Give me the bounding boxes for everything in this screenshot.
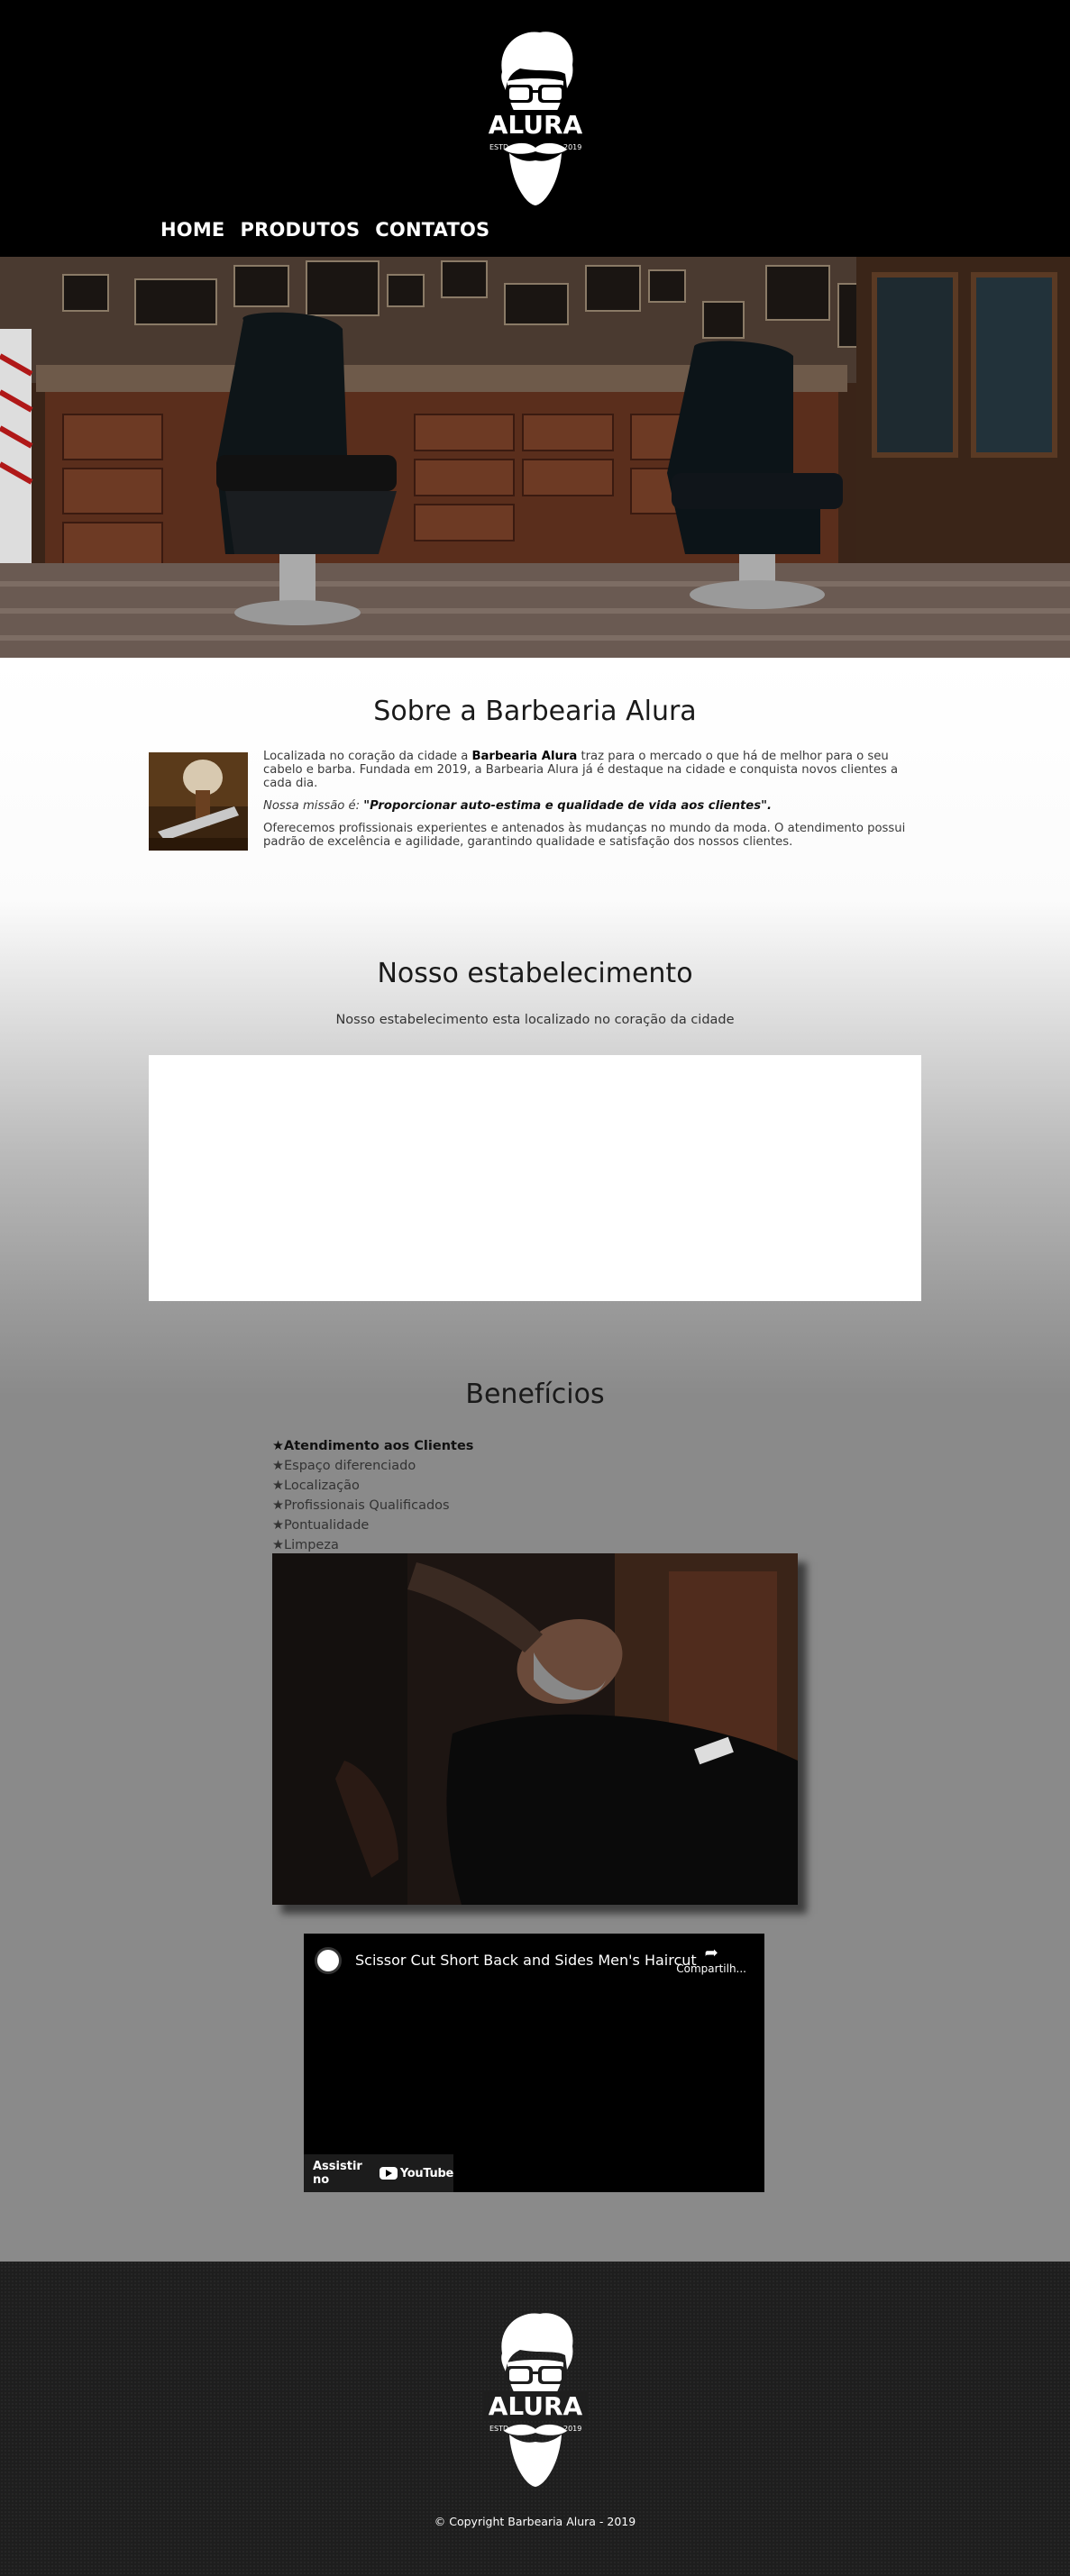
nav-contatos-link[interactable]: CONTATOS — [375, 219, 489, 241]
main-nav: HOME PRODUTOS CONTATOS — [160, 219, 489, 241]
list-item: ★Limpeza — [272, 1538, 339, 1552]
site-header: ALURA ESTD 2019 HOME PRODUTOS CONTATOS — [0, 0, 1070, 257]
youtube-video-embed[interactable]: Scissor Cut Short Back and Sides Men's H… — [304, 1934, 764, 2192]
logo-text: ALURA — [489, 110, 583, 140]
share-icon: ➦ — [704, 1943, 718, 1962]
about-paragraph-1: Localizada no coração da cidade a Barbea… — [263, 750, 899, 790]
alura-logo[interactable]: ALURA ESTD 2019 — [484, 27, 587, 207]
list-item: ★Profissionais Qualificados — [272, 1498, 450, 1513]
list-item: ★Localização — [272, 1479, 360, 1493]
about-title: Sobre a Barbearia Alura — [373, 696, 697, 727]
benefits-list: ★Atendimento aos Clientes ★Espaço difere… — [272, 1436, 473, 1555]
site-footer: ALURA ESTD 2019 © Copyright Barbearia Al… — [0, 2262, 1070, 2576]
hero-barbershop-image — [0, 257, 1070, 658]
barber-shaving-photo — [272, 1553, 798, 1905]
nav-produtos-link[interactable]: PRODUTOS — [240, 219, 360, 241]
youtube-logo: YouTube — [379, 2167, 453, 2180]
establishment-title: Nosso estabelecimento — [377, 958, 693, 989]
establishment-subtitle: Nosso estabelecimento esta localizado no… — [335, 1013, 735, 1027]
map-embed[interactable] — [149, 1055, 921, 1301]
svg-text:ALURA: ALURA — [489, 2391, 583, 2421]
list-item: ★Atendimento aos Clientes — [272, 1439, 474, 1453]
about-paragraph-3: Oferecemos profissionais experientes e a… — [263, 822, 906, 849]
youtube-play-icon — [379, 2167, 398, 2180]
list-item: ★Espaço diferenciado — [272, 1459, 416, 1473]
list-item: ★Pontualidade — [272, 1518, 370, 1533]
share-button[interactable]: ➦ Compartilh... — [676, 1943, 746, 1976]
about-text: Localizada no coração da cidade a Barbea… — [263, 750, 921, 858]
watch-on-youtube-button[interactable]: Assistir no YouTube — [304, 2154, 453, 2192]
benefits-title: Benefícios — [465, 1379, 605, 1410]
shaving-kit-image — [149, 752, 248, 851]
nav-home-link[interactable]: HOME — [160, 219, 224, 241]
about-mission: Nossa missão é: "Proporcionar auto-estim… — [263, 799, 772, 813]
video-title[interactable]: Scissor Cut Short Back and Sides Men's H… — [355, 1952, 697, 1969]
channel-avatar[interactable] — [315, 1947, 342, 1974]
footer-alura-logo: ALURA ESTD 2019 — [484, 2313, 587, 2487]
copyright-text: © Copyright Barbearia Alura - 2019 — [434, 2515, 636, 2528]
